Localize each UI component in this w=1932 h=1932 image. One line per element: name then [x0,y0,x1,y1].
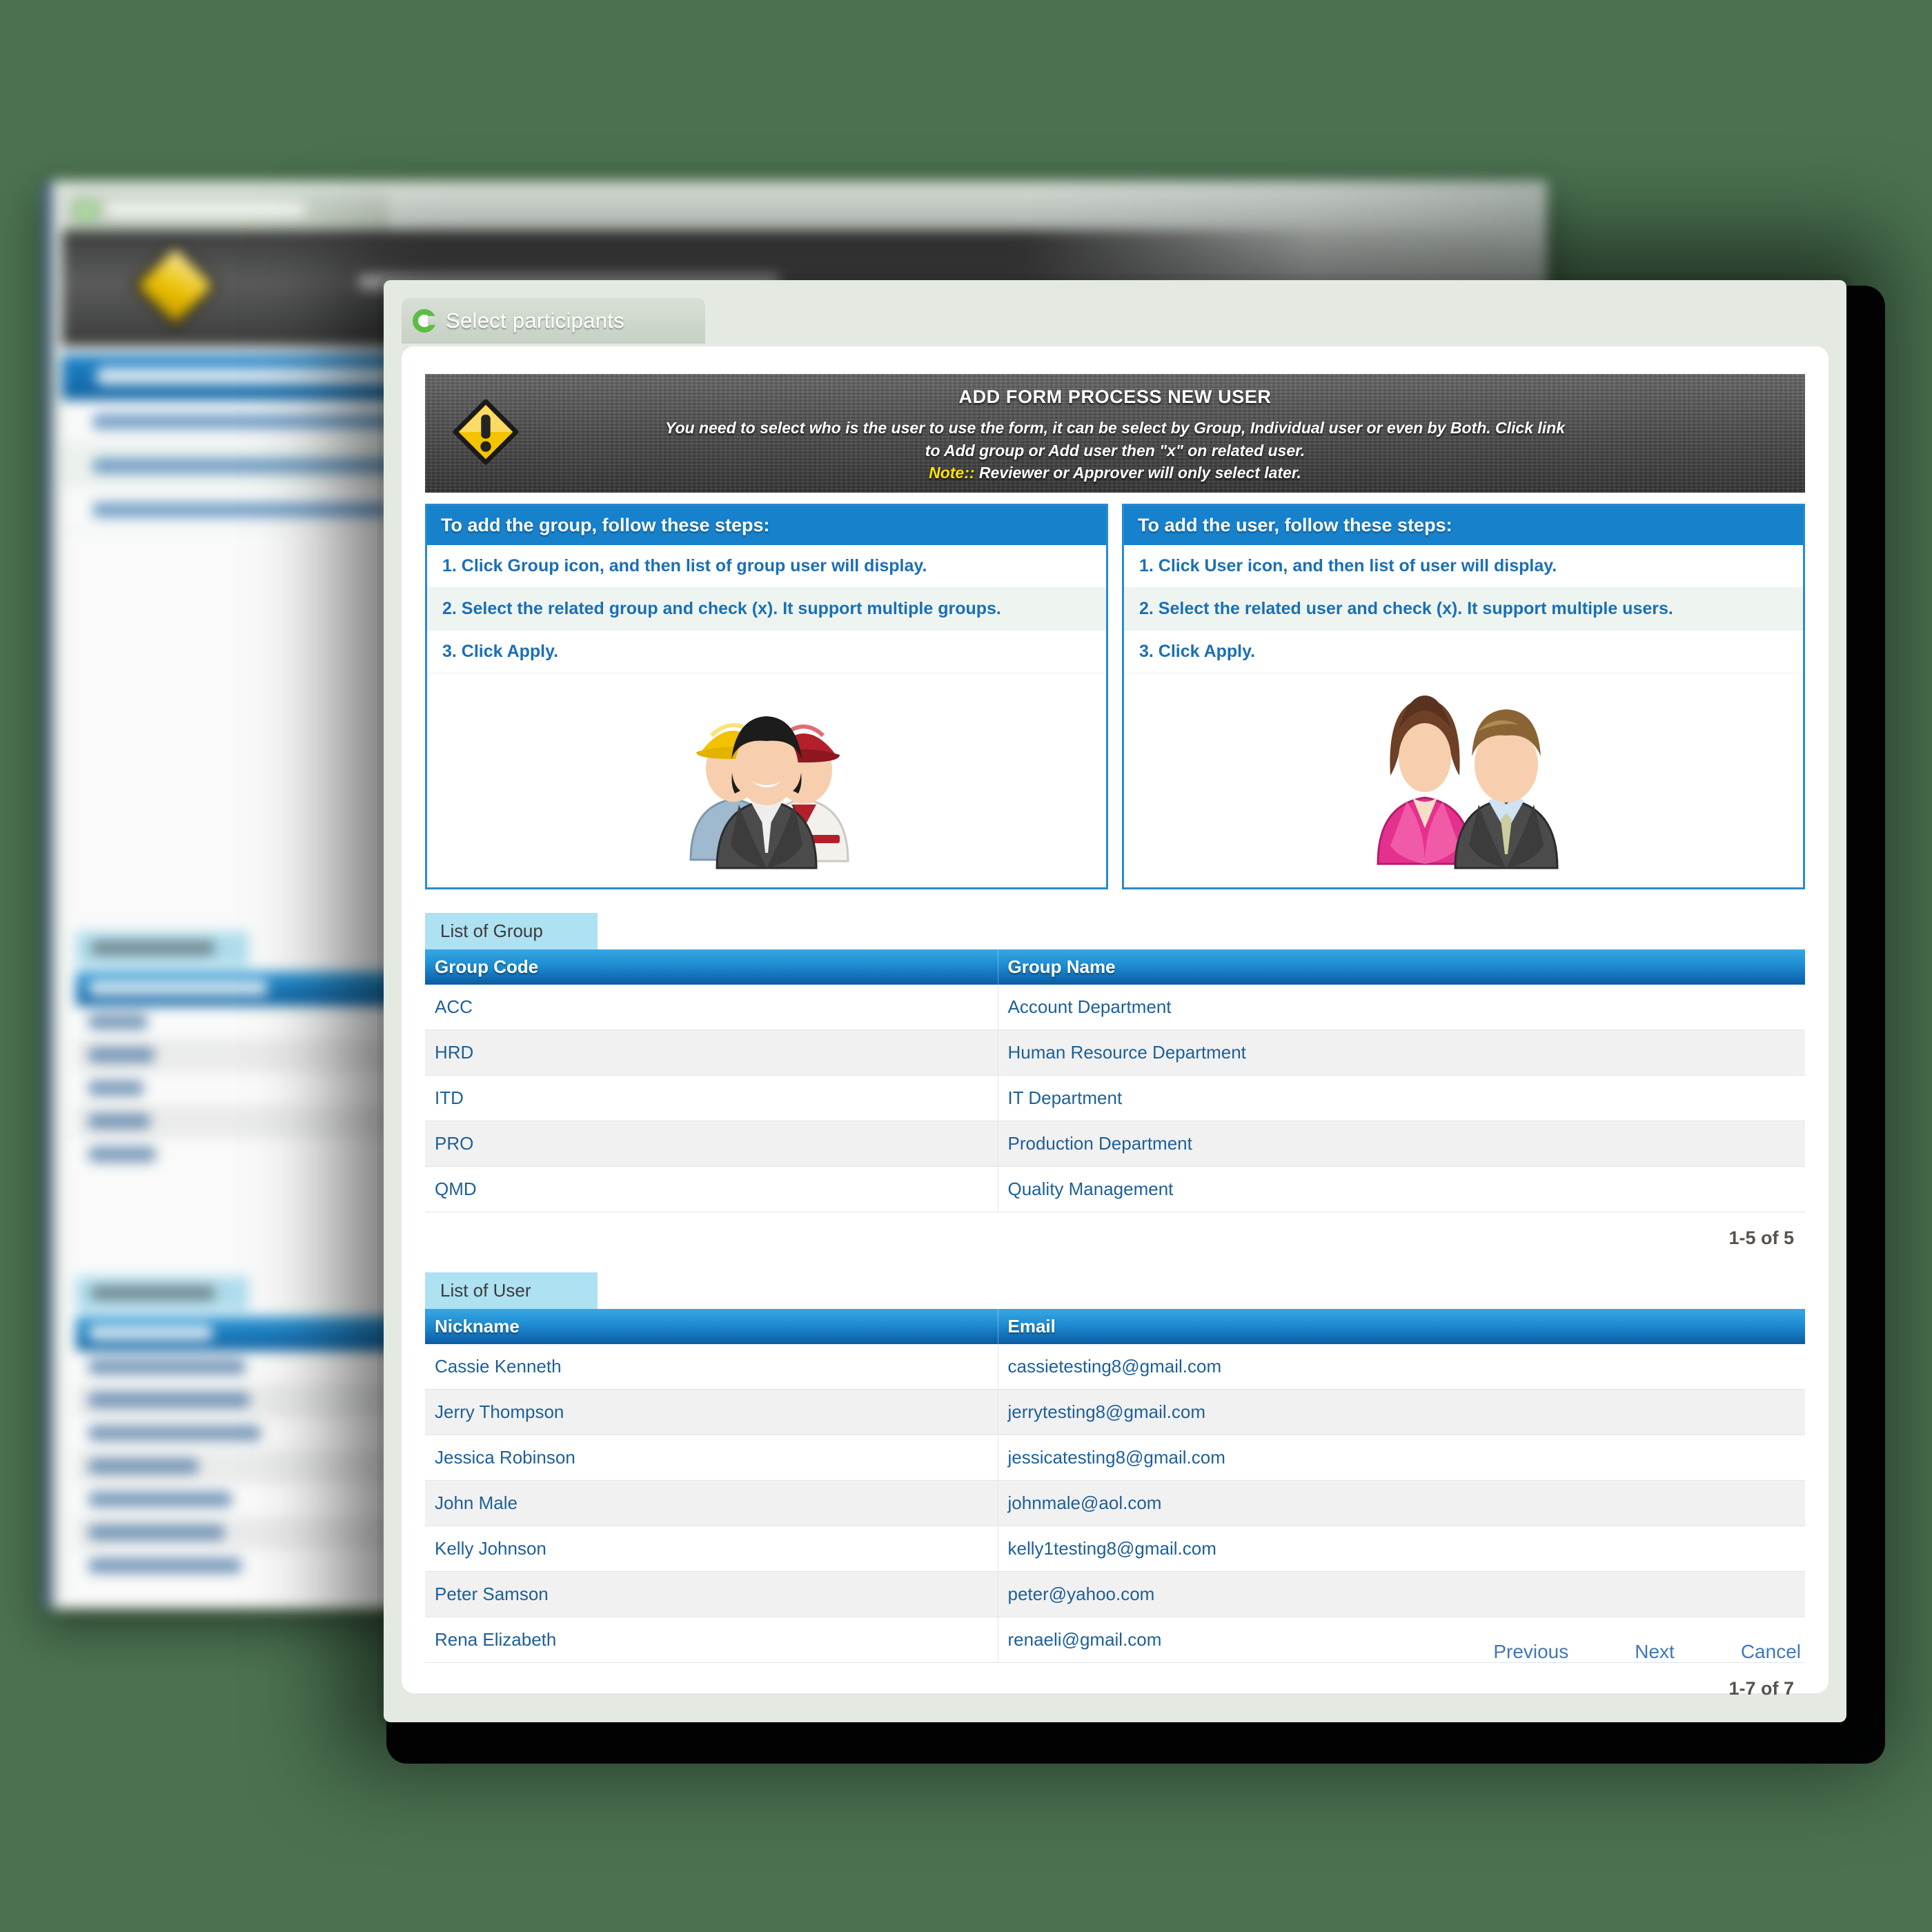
table-row[interactable]: Jessica Robinson jessicatesting8@gmail.c… [425,1435,1805,1481]
tab-label: Select participants [446,308,624,333]
instruction-panels: To add the group, follow these steps: 1.… [425,504,1805,889]
cell-group-code: HRD [425,1029,998,1076]
next-button[interactable]: Next [1635,1641,1675,1663]
cell-email: jerrytesting8@gmail.com [998,1389,1805,1435]
cell-nickname: Peter Samson [425,1571,998,1617]
table-row[interactable]: Cassie Kenneth cassietesting8@gmail.com [425,1344,1805,1390]
user-instruction-panel: To add the user, follow these steps: 1. … [1122,504,1805,889]
warning-diamond-icon [130,240,221,331]
cell-nickname: Rena Elizabeth [425,1617,998,1663]
background-group-section-label [76,931,248,966]
group-workers-icon [689,716,849,869]
banner-note: Note:: Reviewer or Approver will only se… [425,462,1805,484]
table-row[interactable]: Jerry Thompson jerrytesting8@gmail.com [425,1389,1805,1435]
cell-group-code: ITD [425,1075,998,1121]
cell-email: johnmale@aol.com [998,1480,1805,1526]
dialog-content-area: ADD FORM PROCESS NEW USER You need to se… [402,346,1828,1699]
dialog-footer: Previous Next Cancel [1493,1641,1801,1663]
column-header-group-name[interactable]: Group Name [998,949,1805,985]
tab-select-participants[interactable]: Select participants [402,298,705,344]
cell-nickname: Cassie Kenneth [425,1344,998,1390]
banner-note-label: Note:: [929,464,975,482]
cell-email: peter@yahoo.com [998,1571,1805,1617]
cell-group-name: Quality Management [998,1166,1805,1212]
cell-group-code: PRO [425,1121,998,1167]
user-table-header-row: Nickname Email [425,1309,1805,1344]
banner-body: You need to select who is the user to us… [425,417,1805,484]
cancel-button[interactable]: Cancel [1741,1641,1801,1663]
refresh-circle-icon [413,309,437,333]
cell-group-name: Production Department [998,1121,1805,1167]
column-header-email[interactable]: Email [998,1309,1805,1344]
group-instruction-step-2: 2. Select the related group and check (x… [427,588,1106,631]
table-row[interactable]: Kelly Johnson kelly1testing8@gmail.com [425,1526,1805,1572]
table-row[interactable]: HRD Human Resource Department [425,1029,1805,1076]
select-participants-dialog: Select participants ADD FORM PROCESS NEW… [384,280,1846,1722]
cell-nickname: Kelly Johnson [425,1526,998,1572]
background-tab-label [106,203,306,217]
group-table: Group Code Group Name ACC Account Depart… [425,949,1805,1212]
user-instruction-step-2: 2. Select the related user and check (x)… [1124,588,1803,631]
user-instruction-heading: To add the user, follow these steps: [1124,506,1803,545]
user-section: List of User Nickname Email Cassie Kenne… [425,1272,1805,1699]
table-row[interactable]: PRO Production Department [425,1121,1805,1167]
user-icon-container[interactable] [1124,673,1803,887]
group-section: List of Group Group Code Group Name ACC … [425,913,1805,1249]
cell-group-code: ACC [425,985,998,1030]
background-tab [65,190,389,230]
user-instruction-step-3: 3. Click Apply. [1124,631,1803,673]
user-table-pager: 1-7 of 7 [1728,1678,1794,1699]
group-table-header-row: Group Code Group Name [425,949,1805,985]
group-section-label: List of Group [425,913,598,949]
cell-email: cassietesting8@gmail.com [998,1344,1805,1390]
group-instruction-heading: To add the group, follow these steps: [427,506,1106,545]
cell-group-name: Account Department [998,985,1805,1030]
group-table-pager: 1-5 of 5 [1728,1228,1794,1248]
background-user-section-label [76,1276,248,1311]
instruction-banner: ADD FORM PROCESS NEW USER You need to se… [425,374,1805,493]
cell-nickname: John Male [425,1480,998,1526]
column-header-group-code[interactable]: Group Code [425,949,998,985]
cell-email: jessicatesting8@gmail.com [998,1435,1805,1481]
group-icon-container[interactable] [427,673,1106,887]
tabstrip: Select participants [402,298,705,344]
cell-group-name: Human Resource Department [998,1029,1805,1076]
table-row[interactable]: ACC Account Department [425,985,1805,1030]
banner-note-text: Reviewer or Approver will only select la… [978,464,1301,482]
cell-group-code: QMD [425,1166,998,1212]
banner-title: ADD FORM PROCESS NEW USER [958,386,1272,407]
table-row[interactable]: QMD Quality Management [425,1166,1805,1212]
table-row[interactable]: John Male johnmale@aol.com [425,1480,1805,1526]
group-instruction-step-1: 1. Click Group icon, and then list of gr… [427,545,1106,588]
group-instruction-step-3: 3. Click Apply. [427,631,1106,673]
user-instruction-step-1: 1. Click User icon, and then list of use… [1124,545,1803,588]
cell-nickname: Jessica Robinson [425,1435,998,1481]
group-instruction-panel: To add the group, follow these steps: 1.… [425,504,1108,889]
table-row[interactable]: Peter Samson peter@yahoo.com [425,1571,1805,1617]
cell-group-name: IT Department [998,1075,1805,1121]
column-header-nickname[interactable]: Nickname [425,1309,998,1344]
refresh-circle-icon [76,200,97,221]
user-section-label: List of User [425,1272,598,1309]
user-table: Nickname Email Cassie Kenneth cassietest… [425,1309,1805,1663]
cell-nickname: Jerry Thompson [425,1389,998,1435]
banner-line-2: to Add group or Add user then "x" on rel… [925,441,1305,460]
banner-line-1: You need to select who is the user to us… [664,419,1566,437]
previous-button[interactable]: Previous [1493,1641,1568,1663]
cell-email: kelly1testing8@gmail.com [998,1526,1805,1572]
table-row[interactable]: ITD IT Department [425,1075,1805,1121]
two-users-icon [1377,696,1559,869]
